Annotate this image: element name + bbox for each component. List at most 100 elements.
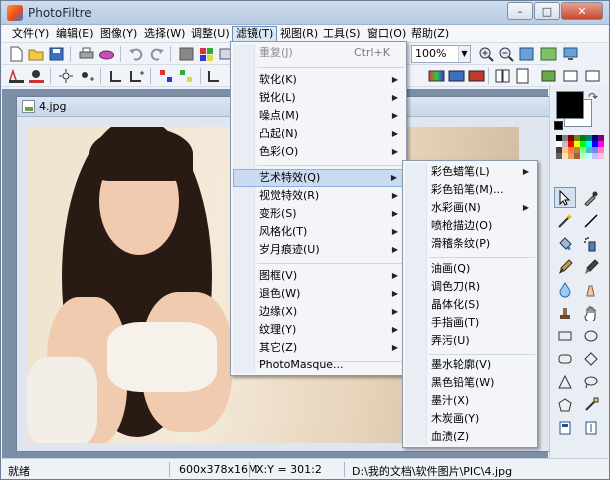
blur-drop-icon[interactable] (554, 279, 576, 300)
redo-icon[interactable] (148, 46, 165, 62)
submenu-item-crystallize[interactable]: 晶体化(S) (405, 296, 535, 314)
menu-item-frame[interactable]: 图框(V) ▶ (233, 267, 404, 285)
menu-tools[interactable]: 工具(S) (320, 26, 364, 42)
scan-icon[interactable] (98, 46, 115, 62)
diamond-shape-icon[interactable] (580, 348, 602, 369)
menu-item-distort[interactable]: 变形(S) ▶ (233, 205, 404, 223)
fit-view-icon[interactable] (518, 46, 535, 62)
menu-file[interactable]: 文件(Y) (9, 26, 52, 42)
zoom-in-icon[interactable] (478, 46, 495, 62)
new-file-icon[interactable] (8, 46, 25, 62)
menu-item-emboss[interactable]: 凸起(N) ▶ (233, 125, 404, 143)
submenu-item-smudge[interactable]: 弄污(U) (405, 332, 535, 350)
menu-help[interactable]: 帮助(Z) (408, 26, 452, 42)
menu-item-other[interactable]: 其它(Z) ▶ (233, 339, 404, 357)
submenu-item-crayon[interactable]: 彩色蜡笔(L) ▶ (405, 163, 535, 181)
chevron-down-icon[interactable]: ▼ (458, 46, 470, 62)
menu-item-edge[interactable]: 边缘(X) ▶ (233, 303, 404, 321)
maximize-button[interactable]: □ (534, 2, 560, 20)
zoom-select[interactable]: 100% ▼ (411, 45, 471, 63)
resize-icon[interactable] (562, 68, 579, 84)
submenu-item-palette-knife[interactable]: 调色刀(R) (405, 278, 535, 296)
menu-item-noise[interactable]: 噪点(M) ▶ (233, 107, 404, 125)
swap-colors-icon[interactable]: ↷ (588, 90, 598, 104)
line-tool-icon[interactable] (580, 210, 602, 231)
open-folder-icon[interactable] (28, 46, 45, 62)
menu-item-photomasque[interactable]: PhotoMasque... (233, 356, 404, 374)
submenu-item-oil-paint[interactable]: 油画(Q) (405, 260, 535, 278)
close-button[interactable]: ✕ (561, 2, 603, 20)
saturation-plus-icon[interactable] (178, 68, 195, 84)
magic-wand-icon[interactable] (554, 210, 576, 231)
contrast-plus-icon[interactable] (128, 68, 145, 84)
save-icon[interactable] (48, 46, 65, 62)
menu-item-visual-effects[interactable]: 视觉特效(R) ▶ (233, 187, 404, 205)
menu-filter[interactable]: 滤镜(T) (232, 26, 278, 42)
rounded-rect-icon[interactable] (554, 348, 576, 369)
auto-level-icon[interactable] (8, 68, 25, 84)
hue-icon[interactable] (468, 68, 485, 84)
submenu-item-color-pencil[interactable]: 彩色铅笔(M)... (405, 181, 535, 199)
finger-smudge-icon[interactable] (580, 279, 602, 300)
undo-icon[interactable] (128, 46, 145, 62)
title-bar[interactable]: PhotoFiltre – □ ✕ (1, 1, 609, 25)
reset-colors-icon[interactable] (554, 121, 563, 130)
eyedropper-icon[interactable] (580, 187, 602, 208)
menu-item-color[interactable]: 色彩(O) ▶ (233, 143, 404, 161)
menu-item-repeat[interactable]: 重复(J) Ctrl+K (233, 44, 404, 62)
text-frame-icon[interactable] (554, 417, 576, 438)
saturation-icon[interactable] (158, 68, 175, 84)
pen-polygon-icon[interactable] (580, 394, 602, 415)
print-icon[interactable] (78, 46, 95, 62)
menu-image[interactable]: 图像(Y) (97, 26, 140, 42)
submenu-item-charcoal[interactable]: 木炭画(Y) (405, 410, 535, 428)
polygon-lasso-icon[interactable] (554, 394, 576, 415)
color-balance-icon[interactable] (448, 68, 465, 84)
gray-tool-icon[interactable] (178, 46, 195, 62)
clone-stamp-icon[interactable] (554, 302, 576, 323)
submenu-item-finger-paint[interactable]: 手指画(T) (405, 314, 535, 332)
spray-icon[interactable] (580, 233, 602, 254)
foreground-color-swatch[interactable] (556, 91, 584, 119)
menu-adjust[interactable]: 调整(U) (188, 26, 233, 42)
submenu-item-watercolor[interactable]: 水彩画(N) ▶ (405, 199, 535, 217)
color-palette[interactable] (556, 135, 604, 159)
hand-pan-icon[interactable] (580, 302, 602, 323)
auto-contrast-icon[interactable] (28, 68, 45, 84)
menu-item-sharpen[interactable]: 锐化(L) ▶ (233, 89, 404, 107)
menu-view[interactable]: 视图(R) (277, 26, 321, 42)
menu-item-stylize[interactable]: 风格化(T) ▶ (233, 223, 404, 241)
brightness-plus-icon[interactable] (78, 68, 95, 84)
frame-tool-icon[interactable] (580, 417, 602, 438)
rectangle-shape-icon[interactable] (554, 325, 576, 346)
monitor-icon[interactable] (562, 46, 579, 62)
ellipse-shape-icon[interactable] (580, 325, 602, 346)
submenu-item-airbrush-stroke[interactable]: 喷枪描边(O) (405, 217, 535, 235)
menu-item-aging[interactable]: 岁月痕迹(U) ▶ (233, 241, 404, 259)
color-grid-icon[interactable] (198, 46, 215, 62)
submenu-item-black-pencil[interactable]: 黑色铅笔(W) (405, 374, 535, 392)
rotate-icon[interactable] (540, 68, 557, 84)
zoom-out-icon[interactable] (498, 46, 515, 62)
canvas-size-icon[interactable] (584, 68, 601, 84)
gamma-icon[interactable] (206, 68, 223, 84)
lasso-icon[interactable] (580, 371, 602, 392)
selection-arrow-icon[interactable] (554, 187, 576, 208)
submenu-item-blood-stain[interactable]: 血渍(Z) (405, 428, 535, 446)
advanced-brush-icon[interactable] (580, 256, 602, 277)
flip-horizontal-icon[interactable] (494, 68, 511, 84)
full-view-icon[interactable] (540, 46, 557, 62)
menu-select[interactable]: 选择(W) (141, 26, 188, 42)
menu-edit[interactable]: 编辑(E) (53, 26, 97, 42)
menu-item-texture[interactable]: 纹理(Y) ▶ (233, 321, 404, 339)
brightness-icon[interactable] (58, 68, 75, 84)
fill-bucket-icon[interactable] (554, 233, 576, 254)
menu-window[interactable]: 窗口(O) (364, 26, 409, 42)
menu-item-artistic[interactable]: 艺术特效(Q) ▶ (233, 169, 404, 187)
rgb-icon[interactable] (428, 68, 445, 84)
minimize-button[interactable]: – (507, 2, 533, 20)
triangle-shape-icon[interactable] (554, 371, 576, 392)
submenu-item-funny-stripes[interactable]: 滑稽条纹(P) (405, 235, 535, 253)
flip-vertical-icon[interactable] (514, 68, 531, 84)
submenu-item-ink[interactable]: 墨汁(X) (405, 392, 535, 410)
